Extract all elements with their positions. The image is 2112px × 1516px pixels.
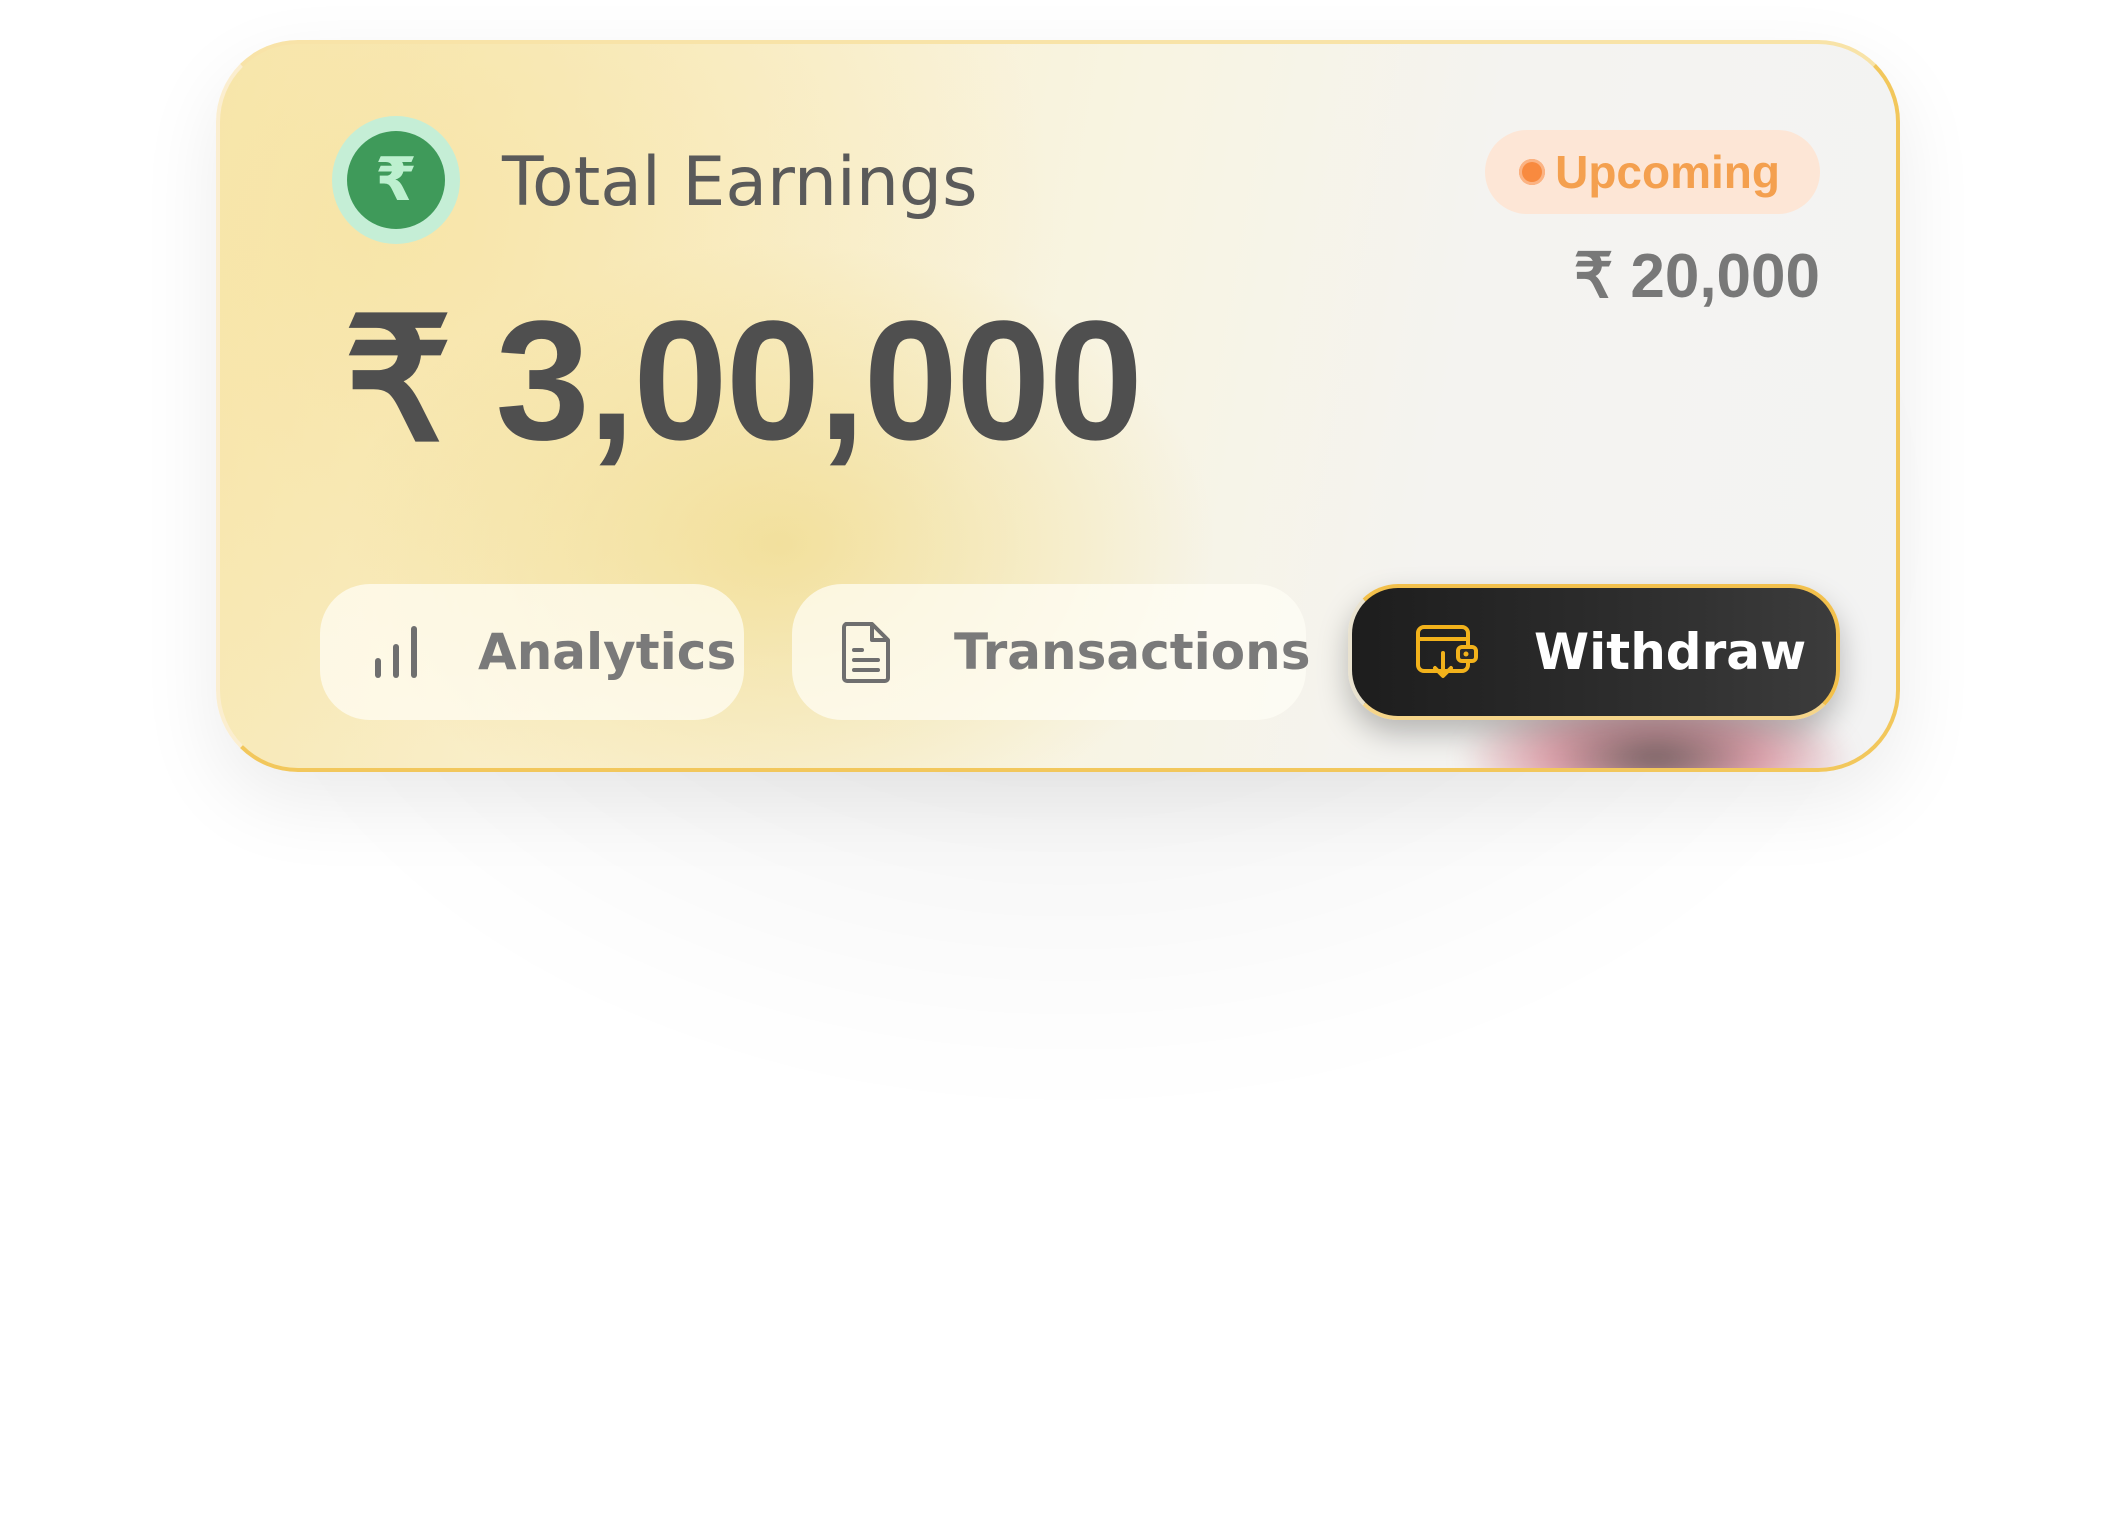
analytics-button[interactable]: Analytics	[320, 584, 744, 720]
withdraw-label: Withdraw	[1534, 623, 1807, 681]
withdraw-button[interactable]: Withdraw	[1348, 584, 1840, 720]
wallet-withdraw-icon	[1414, 620, 1480, 684]
bar-chart-icon	[368, 620, 424, 684]
page: ₹ Total Earnings ₹ 3,00,000 Upcoming ₹ 2…	[0, 0, 2112, 1516]
action-buttons: Analytics Transactions Withdraw	[220, 44, 1896, 768]
earnings-card: ₹ Total Earnings ₹ 3,00,000 Upcoming ₹ 2…	[216, 40, 1900, 772]
transactions-button[interactable]: Transactions	[792, 584, 1311, 720]
transactions-label: Transactions	[954, 623, 1311, 681]
analytics-label: Analytics	[478, 623, 737, 681]
document-icon	[838, 620, 894, 684]
